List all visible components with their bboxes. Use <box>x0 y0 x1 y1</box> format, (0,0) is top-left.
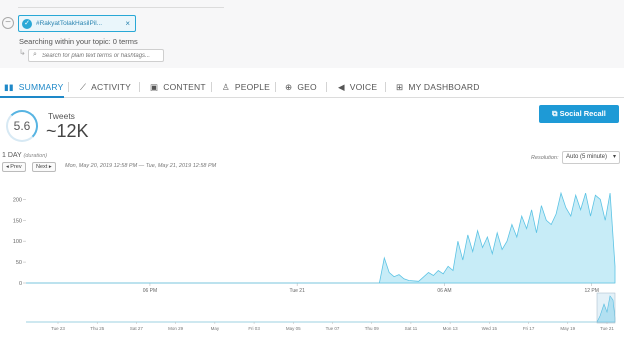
y-axis: 200 150 100 50 0 <box>13 197 26 287</box>
term-search-input[interactable] <box>42 51 160 61</box>
overview-navigator[interactable]: Tue 23 Thu 25 Sat 27 Mon 29 May Fri 03 May 05 T… <box>26 292 616 331</box>
y-tick-label: 150 <box>13 218 22 224</box>
tab-divider <box>68 82 69 92</box>
searching-text: Searching within your topic: 0 terms <box>19 37 138 46</box>
tab-summary-label: SUMMARY <box>18 82 64 92</box>
date-range: Mon, May 20, 2019 12:58 PM — Tue, May 21… <box>65 163 217 169</box>
image-icon: ▣ <box>150 82 159 92</box>
check-icon: ✓ <box>22 19 32 29</box>
resolution-select[interactable]: Auto (5 minute) ▾ <box>562 151 620 164</box>
topic-bar: − ✓ #RakyatTolakHasilPil... × Searching … <box>0 0 624 68</box>
megaphone-icon: ◀ <box>338 82 345 92</box>
x-tick-label: Tue 21 <box>289 288 305 294</box>
tab-divider <box>326 82 327 92</box>
tab-divider <box>275 82 276 92</box>
overview-tick-label: Sat 11 <box>405 326 418 331</box>
x-axis: 06 PM Tue 21 06 AM 12 PM <box>143 283 599 294</box>
x-tick-label: 06 AM <box>437 288 451 294</box>
overview-tick-label: Tue 21 <box>600 326 614 331</box>
overview-tick-label: May 05 <box>286 326 301 331</box>
resolution-value: Auto (5 minute) <box>566 154 608 160</box>
score-gauge: 5.6 <box>6 110 38 142</box>
tab-geo-label: GEO <box>297 82 317 92</box>
tab-divider <box>385 82 386 92</box>
x-tick-label: 06 PM <box>143 288 157 294</box>
collapse-icon[interactable]: − <box>2 17 14 29</box>
tab-voice[interactable]: ◀ VOICE <box>338 82 377 93</box>
subtopic-arrow-icon: ↳ <box>19 48 26 57</box>
overview-tick-label: Thu 25 <box>90 326 105 331</box>
topic-tag-label: #RakyatTolakHasilPil... <box>36 20 103 27</box>
overview-tick-label: Mon 13 <box>443 326 459 331</box>
tab-geo[interactable]: ⊕ GEO <box>285 82 317 93</box>
line-chart-icon: ⟋ <box>80 82 87 92</box>
topic-tag[interactable]: ✓ #RakyatTolakHasilPil... × <box>18 15 136 32</box>
globe-icon: ⊕ <box>285 82 293 92</box>
tab-activity-label: ACTIVITY <box>91 82 132 92</box>
tab-people[interactable]: ♙ PEOPLE <box>222 82 270 93</box>
tab-people-label: PEOPLE <box>234 82 271 92</box>
duration-label: 1 DAY (duration) <box>2 152 47 159</box>
duration-hint: (duration) <box>23 153 48 159</box>
grid-icon: ⊞ <box>396 82 404 92</box>
overview-selection-handle[interactable] <box>596 292 616 324</box>
y-tick-label: 200 <box>13 197 22 203</box>
y-tick-label: 100 <box>13 239 22 245</box>
overview-tick-label: Sat 27 <box>130 326 144 331</box>
social-recall-button[interactable]: ⧉ Social Recall <box>539 105 619 123</box>
duration-value: 1 DAY <box>2 152 22 159</box>
bar-chart-icon: ▮▮ <box>4 82 14 92</box>
active-tab-indicator <box>0 96 64 98</box>
social-recall-label: Social Recall <box>559 109 606 118</box>
tweets-chart: 200 150 100 50 0 06 PM Tue 21 06 AM 12 PM Tue 2… <box>13 191 616 331</box>
overview-ticks: Tue 23 Thu 25 Sat 27 Mon 29 May Fri 03 May 05 T… <box>51 322 614 331</box>
person-icon: ♙ <box>222 82 230 92</box>
overview-tick-label: Tue 23 <box>51 326 65 331</box>
y-tick-label: 0 <box>19 281 22 287</box>
tab-content[interactable]: ▣ CONTENT <box>150 82 206 93</box>
tab-summary[interactable]: ▮▮ SUMMARY <box>4 82 63 93</box>
tab-divider <box>139 82 140 92</box>
overview-area <box>26 295 616 323</box>
close-icon[interactable]: × <box>125 19 130 28</box>
tab-my-dashboard-label: MY DASHBOARD <box>408 82 480 92</box>
tweets-label: Tweets <box>48 111 75 121</box>
overview-tick-label: Fri 03 <box>248 326 260 331</box>
tab-bar: ▮▮ SUMMARY ⟋ ACTIVITY ▣ CONTENT ♙ PEOPLE ⊕ GE… <box>0 78 624 98</box>
recall-icon: ⧉ <box>552 109 560 118</box>
resolution-label: Resolution: <box>531 155 559 161</box>
overview-tick-label: Thu 09 <box>365 326 380 331</box>
tab-divider <box>211 82 212 92</box>
overview-tick-label: Fri 17 <box>523 326 535 331</box>
overview-tick-label: Wed 15 <box>482 326 498 331</box>
tab-activity[interactable]: ⟋ ACTIVITY <box>80 82 131 93</box>
search-icon: ⌕ <box>33 51 37 58</box>
y-tick-label: 50 <box>16 260 22 266</box>
x-tick-label: 12 PM <box>584 288 598 294</box>
tweets-count: ~12K <box>46 121 89 141</box>
overview-tick-label: Tue 07 <box>326 326 340 331</box>
divider <box>18 7 224 8</box>
overview-tick-label: May <box>211 326 220 331</box>
tab-my-dashboard[interactable]: ⊞ MY DASHBOARD <box>396 82 480 93</box>
prev-button[interactable]: ◂ Prev <box>2 162 26 172</box>
chevron-down-icon: ▾ <box>612 154 616 160</box>
tab-content-label: CONTENT <box>163 82 206 92</box>
term-search-box[interactable]: ⌕ <box>28 49 164 62</box>
next-button[interactable]: Next ▸ <box>32 162 56 172</box>
tab-voice-label: VOICE <box>349 82 378 92</box>
overview-tick-label: Mon 29 <box>168 326 184 331</box>
overview-tick-label: May 19 <box>560 326 575 331</box>
tweets-area <box>26 191 616 284</box>
